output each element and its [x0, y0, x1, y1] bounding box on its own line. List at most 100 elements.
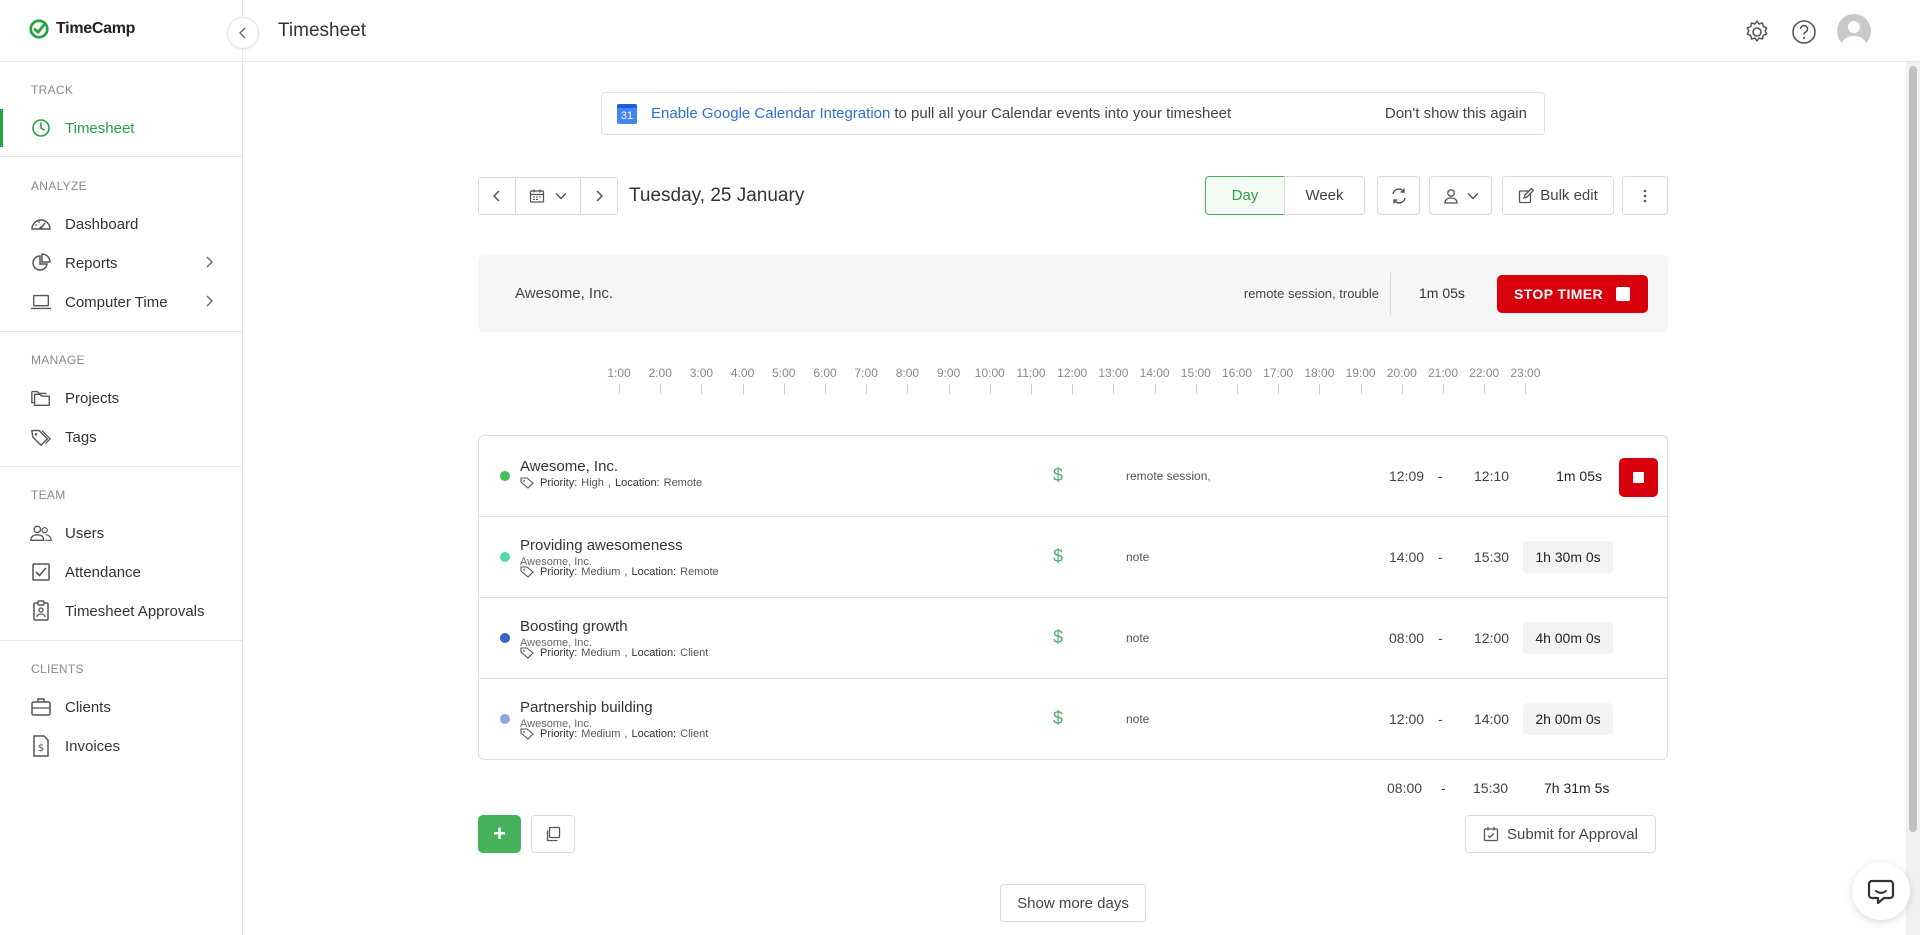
entry-start-time[interactable]: 14:00 — [1389, 549, 1424, 565]
stop-entry-button[interactable] — [1619, 458, 1658, 497]
timeline-tick-mark — [1031, 384, 1032, 394]
bulk-edit-button[interactable]: Bulk edit — [1502, 176, 1614, 215]
entry-duration[interactable]: 1m 05s — [1523, 460, 1602, 492]
entry-title[interactable]: Boosting growth — [520, 618, 628, 635]
stop-square-icon — [1616, 287, 1630, 301]
settings-button[interactable] — [1743, 18, 1771, 46]
billable-dollar-icon[interactable]: $ — [1053, 546, 1063, 567]
billable-dollar-icon[interactable]: $ — [1053, 627, 1063, 648]
sidebar-item-label: Timesheet Approvals — [65, 602, 205, 620]
duplicate-button[interactable] — [531, 815, 575, 853]
entry-duration[interactable]: 4h 00m 0s — [1523, 622, 1613, 654]
entry-tags[interactable]: Priority: Medium , Location: Client — [520, 728, 708, 740]
entry-end-time[interactable]: 15:30 — [1474, 549, 1509, 565]
show-more-days-button[interactable]: Show more days — [1000, 884, 1146, 922]
sidebar-item-computer-time[interactable]: Computer Time — [0, 283, 243, 321]
entry-start-time[interactable]: 08:00 — [1389, 630, 1424, 646]
tag-icon — [520, 647, 534, 659]
sidebar-item-users[interactable]: Users — [0, 514, 243, 552]
refresh-button[interactable] — [1377, 176, 1420, 215]
project-color-dot — [500, 633, 510, 643]
banner-text: to pull all your Calendar events into yo… — [894, 105, 1232, 122]
collapse-sidebar-button[interactable] — [227, 17, 259, 49]
entry-end-time[interactable]: 12:10 — [1474, 468, 1509, 484]
calendar-icon — [529, 189, 545, 203]
sidebar-item-reports[interactable]: Reports — [0, 244, 243, 282]
timeline-tick-mark — [1278, 384, 1280, 394]
entry-end-time[interactable]: 12:00 — [1474, 630, 1509, 646]
help-icon — [1792, 20, 1816, 44]
entry-start-time[interactable]: 12:09 — [1389, 468, 1424, 484]
user-icon — [1443, 188, 1458, 204]
time-entry-row[interactable]: Awesome, Inc. Priority: High , Location:… — [479, 436, 1667, 517]
timeline-tick-label: 15:00 — [1180, 366, 1211, 380]
sidebar-item-projects[interactable]: Projects — [0, 379, 243, 417]
entry-tags[interactable]: Priority: Medium , Location: Client — [520, 647, 708, 659]
chat-support-button[interactable] — [1852, 862, 1910, 920]
timeline-tick-label: 11:00 — [1016, 366, 1046, 380]
timeline-tick-mark — [1443, 384, 1444, 394]
user-avatar[interactable] — [1837, 14, 1871, 48]
billable-dollar-icon[interactable]: $ — [1053, 465, 1063, 486]
priority-value: High — [581, 477, 604, 489]
gauge-icon — [30, 213, 52, 235]
chevron-down-icon — [555, 192, 567, 200]
section-title-manage: MANAGE — [31, 353, 85, 367]
view-day-button[interactable]: Day — [1205, 176, 1285, 215]
entry-tags[interactable]: Priority: Medium , Location: Remote — [520, 566, 719, 578]
sidebar-item-dashboard[interactable]: Dashboard — [0, 205, 243, 243]
entry-note[interactable]: note — [1126, 631, 1149, 645]
entry-tags[interactable]: Priority: High , Location: Remote — [520, 477, 702, 489]
timeline-tick-label: 14:00 — [1139, 366, 1170, 380]
entry-note[interactable]: remote session, — [1126, 469, 1211, 483]
location-label: Location: — [631, 728, 677, 740]
time-entry-row[interactable]: Providing awesomeness Awesome, Inc. Prior… — [479, 517, 1667, 598]
timer-note[interactable]: remote session, trouble — [1244, 286, 1379, 301]
edit-icon — [1519, 187, 1535, 203]
entry-note[interactable]: note — [1126, 712, 1149, 726]
entry-end-time[interactable]: 14:00 — [1474, 711, 1509, 727]
sidebar-item-timesheet[interactable]: Timesheet — [0, 109, 243, 147]
sidebar-item-timesheet-approvals[interactable]: Timesheet Approvals — [0, 592, 243, 630]
timeline-tick-mark — [825, 384, 826, 394]
timeline-tick-mark — [701, 384, 703, 394]
add-entry-button[interactable]: + — [478, 815, 521, 853]
timer-divider — [1390, 273, 1391, 315]
entry-title[interactable]: Awesome, Inc. — [520, 458, 618, 475]
prev-day-button[interactable] — [478, 177, 516, 215]
timer-duration: 1m 05s — [1419, 285, 1465, 301]
time-entry-row[interactable]: Boosting growth Awesome, Inc. Priority: M… — [479, 598, 1667, 679]
time-entry-row[interactable]: Partnership building Awesome, Inc. Priori… — [479, 679, 1667, 760]
sidebar-item-invoices[interactable]: $ Invoices — [0, 727, 243, 765]
next-day-button[interactable] — [580, 177, 618, 215]
view-week-button[interactable]: Week — [1284, 176, 1365, 215]
entry-start-time[interactable]: 12:00 — [1389, 711, 1424, 727]
user-filter-dropdown[interactable] — [1429, 176, 1492, 215]
tags-icon — [30, 426, 52, 448]
timer-project[interactable]: Awesome, Inc. — [515, 285, 613, 302]
sidebar-item-tags[interactable]: Tags — [0, 418, 243, 456]
sidebar-item-clients[interactable]: Clients — [0, 688, 243, 726]
entry-title[interactable]: Partnership building — [520, 699, 653, 716]
timeline-tick-mark — [783, 384, 785, 394]
timeline-tick-label: 3:00 — [689, 366, 714, 380]
scrollbar-thumb[interactable] — [1909, 66, 1917, 832]
stop-timer-button[interactable]: STOP TIMER — [1497, 275, 1648, 313]
submit-approval-button[interactable]: Submit for Approval — [1465, 815, 1656, 853]
sidebar-item-attendance[interactable]: Attendance — [0, 553, 243, 591]
entry-duration[interactable]: 2h 00m 0s — [1523, 703, 1613, 735]
date-picker-button[interactable] — [515, 177, 581, 215]
timecamp-logo-icon — [29, 19, 49, 39]
dont-show-again-link[interactable]: Don't show this again — [1385, 105, 1527, 122]
billable-dollar-icon[interactable]: $ — [1053, 708, 1063, 729]
users-icon — [30, 522, 52, 544]
help-button[interactable] — [1790, 18, 1818, 46]
entry-title[interactable]: Providing awesomeness — [520, 537, 683, 554]
timeline-tick-mark — [989, 384, 991, 394]
logo[interactable]: TimeCamp — [28, 18, 135, 40]
section-title-team: TEAM — [31, 488, 66, 502]
entry-duration[interactable]: 1h 30m 0s — [1523, 541, 1613, 573]
entry-note[interactable]: note — [1126, 550, 1149, 564]
more-options-button[interactable] — [1622, 176, 1668, 215]
enable-calendar-link[interactable]: Enable Google Calendar Integration — [651, 105, 890, 122]
